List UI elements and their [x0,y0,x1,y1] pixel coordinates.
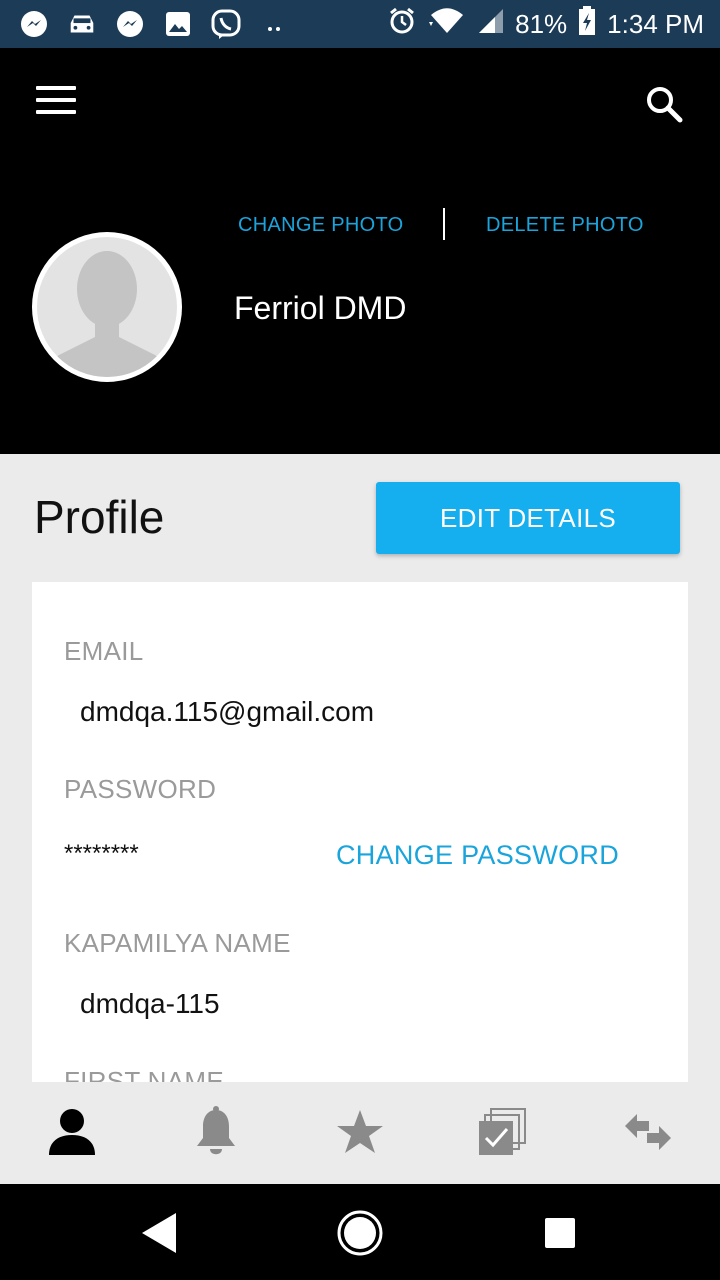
photo-actions-divider [443,208,445,240]
email-label: EMAIL [64,636,144,666]
kapamilya-name-value: dmdqa-115 [80,988,220,1019]
back-icon[interactable] [135,1208,185,1258]
recents-icon[interactable] [535,1208,585,1258]
star-icon[interactable] [330,1102,390,1162]
bell-icon[interactable] [186,1102,246,1162]
car-icon [66,8,98,40]
home-icon[interactable] [335,1208,385,1258]
edit-details-button[interactable]: EDIT DETAILS [376,482,680,554]
battery-icon [577,5,597,44]
wifi-icon [427,6,467,43]
status-bar: 81% 1:34 PM [0,0,720,48]
profile-name: Ferriol DMD [234,290,407,326]
search-icon[interactable] [640,80,688,128]
notification-icons [18,8,290,40]
kapamilya-name-label: KAPAMILYA NAME [64,928,291,958]
password-label: PASSWORD [64,774,217,804]
password-value: ******** [64,840,139,867]
page-title: Profile [34,491,165,543]
battery-percent: 81% [515,8,568,39]
signal-icon [477,7,505,42]
default-avatar-icon [37,237,177,377]
menu-icon[interactable] [36,86,76,118]
delete-photo-button[interactable]: DELETE PHOTO [486,208,644,242]
change-photo-button[interactable]: CHANGE PHOTO [238,208,403,242]
alarm-icon [387,6,417,43]
profile-details-card: EMAIL dmdqa.115@gmail.com PASSWORD *****… [32,582,688,1082]
change-password-button[interactable]: CHANGE PASSWORD [336,840,619,871]
messenger-icon [18,8,50,40]
photo-actions: CHANGE PHOTO DELETE PHOTO [210,208,670,242]
status-right: 81% 1:34 PM [387,0,704,48]
avatar[interactable] [32,232,182,382]
transfer-icon[interactable] [618,1102,678,1162]
system-navigation-bar [0,1184,720,1280]
email-value: dmdqa.115@gmail.com [80,696,375,727]
more-dots-icon [258,8,290,40]
tasks-icon[interactable] [472,1102,532,1162]
viber-icon [210,8,242,40]
clock-time: 1:34 PM [607,8,704,39]
profile-icon[interactable] [42,1102,102,1162]
bottom-nav [0,1082,720,1184]
profile-header: CHANGE PHOTO DELETE PHOTO Ferriol DMD [0,48,720,454]
first-name-label: FIRST NAME [64,1066,224,1082]
messenger-icon [114,8,146,40]
gallery-icon [162,8,194,40]
